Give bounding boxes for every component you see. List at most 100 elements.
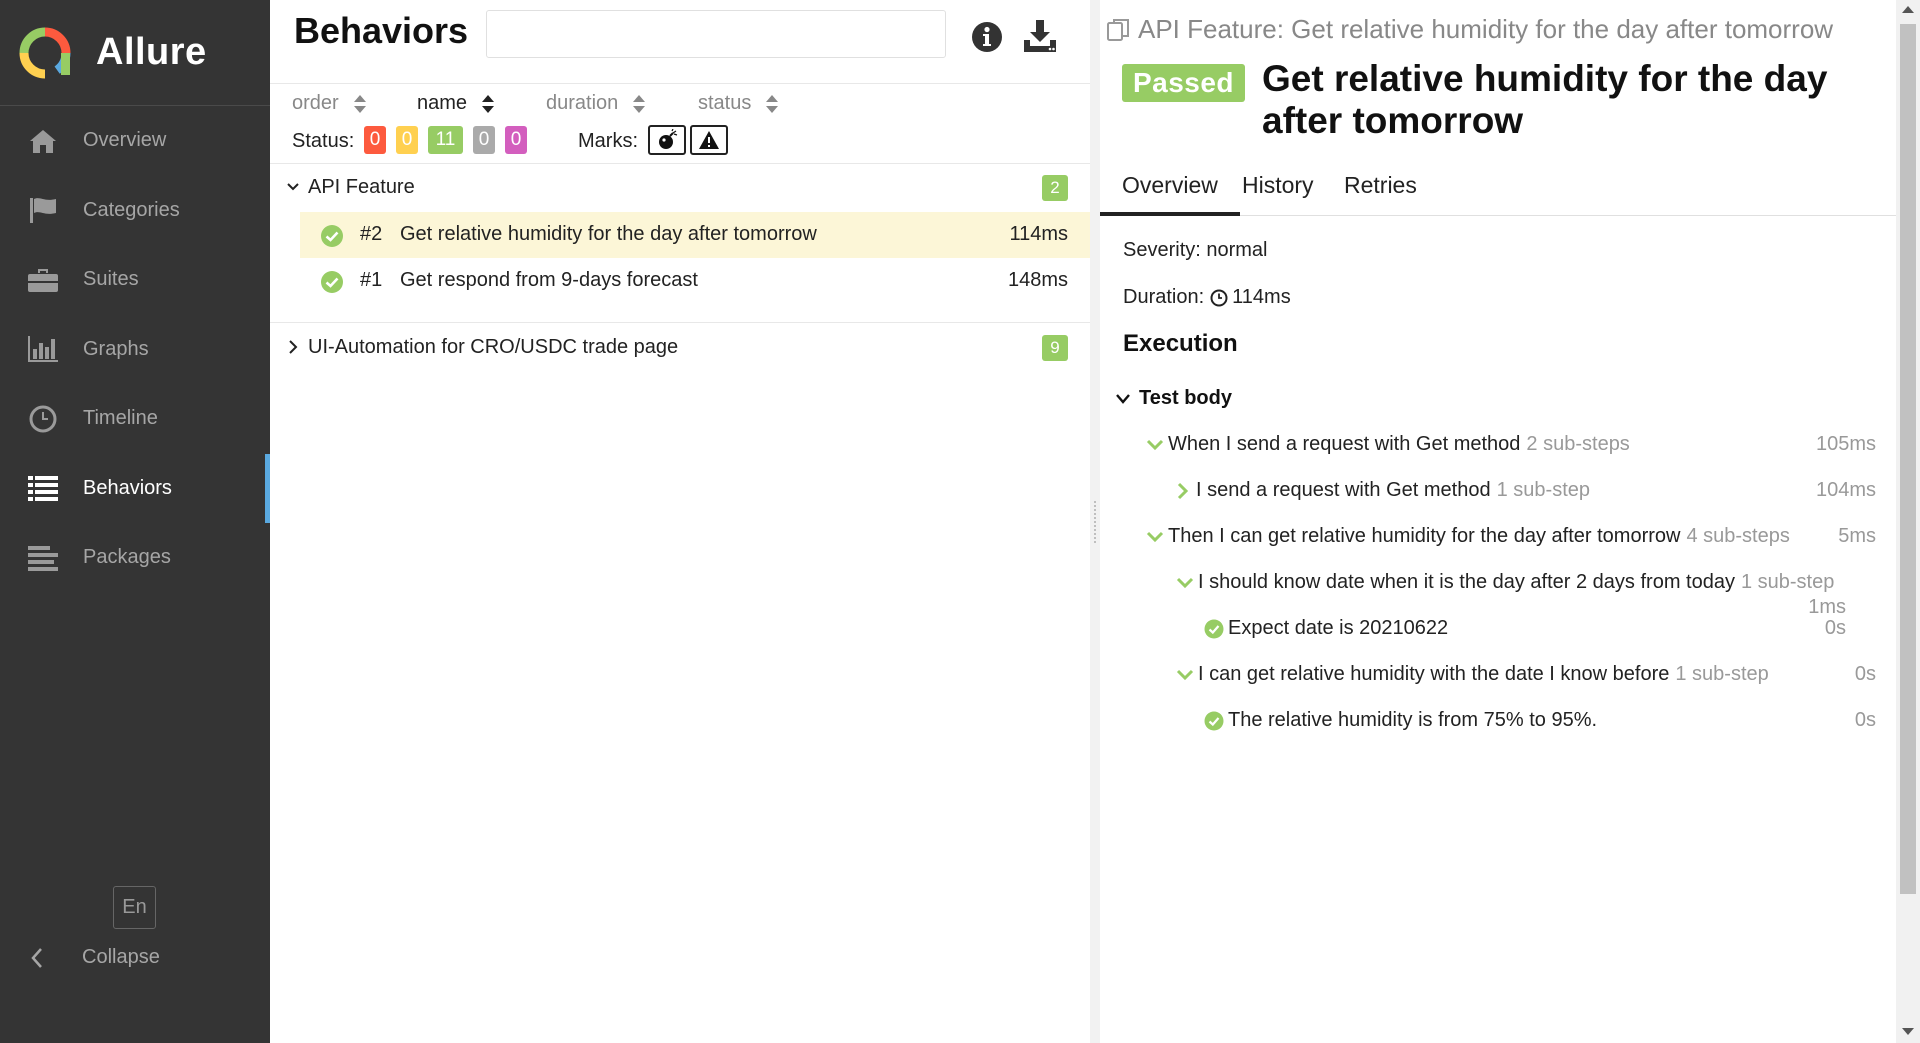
sort-bar: order name duration status: [270, 84, 1090, 122]
tab-history[interactable]: History: [1220, 172, 1336, 216]
chevron-right-icon: [1177, 482, 1188, 499]
test-number: #2: [360, 223, 383, 245]
chevron-down-icon: [1146, 439, 1164, 450]
step-duration: 0s: [1824, 617, 1846, 639]
scroll-up-icon[interactable]: [1902, 6, 1914, 13]
step-duration: 1ms: [1808, 596, 1846, 618]
step-duration: 0s: [1854, 709, 1876, 731]
chevron-down-icon: [1176, 669, 1194, 680]
flaky-mark-toggle[interactable]: [648, 125, 686, 155]
clock-icon: [26, 404, 60, 434]
step-row[interactable]: Expect date is 20210622: [1204, 617, 1448, 640]
status-unknown-toggle[interactable]: 0: [505, 126, 527, 154]
test-duration: 148ms: [1007, 269, 1068, 291]
briefcase-icon: [26, 265, 60, 295]
tab-retries[interactable]: Retries: [1322, 172, 1439, 216]
step-text: I send a request with Get method: [1196, 479, 1491, 501]
sidebar: Allure Overview Categories Suites Graphs: [0, 0, 270, 1043]
collapse-button[interactable]: Collapse: [30, 946, 160, 969]
sidebar-item-label: Packages: [83, 546, 171, 569]
sort-by-order[interactable]: order: [292, 92, 367, 115]
brand-name: Allure: [96, 31, 207, 73]
step-row[interactable]: When I send a request with Get method 2 …: [1146, 433, 1630, 456]
duration: Duration: 114ms: [1123, 286, 1291, 309]
tree-group-name: API Feature: [308, 176, 415, 198]
step-row[interactable]: Then I can get relative humidity for the…: [1146, 525, 1790, 548]
home-icon: [26, 126, 60, 156]
severity: Severity: normal: [1123, 239, 1268, 261]
divider: [270, 322, 1090, 323]
sidebar-item-label: Behaviors: [83, 476, 172, 499]
behaviors-header: Behaviors: [270, 0, 1090, 84]
chevron-down-icon: [1146, 531, 1164, 542]
sort-by-status[interactable]: status: [698, 92, 779, 115]
step-row[interactable]: I send a request with Get method 1 sub-s…: [1176, 479, 1590, 502]
sidebar-item-suites[interactable]: Suites: [0, 245, 270, 315]
bomb-icon: [659, 129, 678, 149]
step-text: I can get relative humidity with the dat…: [1198, 663, 1670, 685]
tab-overview[interactable]: Overview: [1100, 172, 1240, 216]
step-text: Then I can get relative humidity for the…: [1168, 525, 1681, 547]
sidebar-item-timeline[interactable]: Timeline: [0, 384, 270, 454]
chevron-left-icon: [31, 947, 42, 968]
duration-value: 114ms: [1232, 286, 1291, 308]
tree-test-row[interactable]: #1 Get respond from 9-days forecast 148m…: [300, 258, 1090, 304]
test-body-toggle[interactable]: Test body: [1115, 387, 1232, 410]
sidebar-item-packages[interactable]: Packages: [0, 523, 270, 593]
scroll-down-icon[interactable]: [1902, 1028, 1914, 1035]
test-name: Get respond from 9-days forecast: [400, 269, 698, 291]
sort-arrows-icon: [633, 94, 646, 113]
search-input[interactable]: [486, 10, 946, 58]
step-duration: 5ms: [1838, 525, 1876, 547]
step-substeps: 4 sub-steps: [1686, 525, 1790, 547]
status-skipped-toggle[interactable]: 0: [473, 126, 495, 154]
language-button[interactable]: En: [113, 886, 156, 929]
brand[interactable]: Allure: [0, 0, 270, 106]
splitter-grip-icon: [1093, 500, 1097, 544]
test-body-label: Test body: [1139, 387, 1232, 409]
sidebar-item-graphs[interactable]: Graphs: [0, 315, 270, 385]
pane-splitter[interactable]: [1090, 0, 1100, 1043]
info-icon[interactable]: [970, 20, 1004, 54]
detail-tabs: Overview History Retries: [1100, 162, 1896, 216]
sidebar-item-label: Suites: [83, 268, 139, 291]
step-substeps: 2 sub-steps: [1526, 433, 1630, 455]
tree-group-api-feature[interactable]: API Feature 2: [270, 164, 1090, 212]
marks-filter-label: Marks:: [578, 130, 638, 152]
sort-by-name[interactable]: name: [417, 92, 495, 115]
step-duration: 0s: [1854, 663, 1876, 685]
status-passed-toggle[interactable]: 11: [428, 126, 463, 154]
sort-label: order: [292, 92, 339, 114]
sort-label: status: [698, 92, 752, 114]
sidebar-item-categories[interactable]: Categories: [0, 176, 270, 246]
new-failed-mark-toggle[interactable]: [690, 125, 728, 155]
duration-label: Duration:: [1123, 286, 1205, 308]
chevron-down-icon: [287, 183, 299, 191]
status-failed-toggle[interactable]: 0: [364, 126, 386, 154]
test-title: Get relative humidity for the day after …: [1262, 58, 1828, 141]
scroll-thumb[interactable]: [1900, 24, 1916, 894]
step-substeps: 1 sub-step: [1740, 571, 1835, 593]
status-filter-label: Status:: [292, 130, 355, 152]
sidebar-item-label: Overview: [83, 129, 167, 152]
tree-group-name: UI-Automation for CRO/USDC trade page: [308, 336, 679, 358]
tree-test-row[interactable]: #2 Get relative humidity for the day aft…: [300, 212, 1090, 258]
step-row[interactable]: I should know date when it is the day af…: [1176, 571, 1834, 594]
check-circle-icon: [321, 271, 343, 293]
status-broken-toggle[interactable]: 0: [396, 126, 418, 154]
copy-icon[interactable]: [1106, 17, 1132, 43]
tree-group-count: 9: [1042, 335, 1068, 361]
step-row[interactable]: The relative humidity is from 75% to 95%…: [1204, 709, 1597, 732]
step-text: The relative humidity is from 75% to 95%…: [1228, 709, 1598, 731]
sidebar-item-label: Categories: [83, 198, 180, 221]
download-icon[interactable]: [1022, 18, 1058, 54]
check-circle-icon: [321, 225, 343, 247]
chevron-down-icon: [1116, 393, 1130, 404]
scrollbar[interactable]: [1896, 0, 1920, 1043]
step-row[interactable]: I can get relative humidity with the dat…: [1176, 663, 1769, 686]
tree-group-ui-automation[interactable]: UI-Automation for CRO/USDC trade page 9: [270, 324, 1090, 372]
sort-by-duration[interactable]: duration: [546, 92, 646, 115]
chevron-down-icon: [1176, 577, 1194, 588]
sidebar-item-overview[interactable]: Overview: [0, 106, 270, 176]
sidebar-item-behaviors[interactable]: Behaviors: [0, 453, 270, 524]
